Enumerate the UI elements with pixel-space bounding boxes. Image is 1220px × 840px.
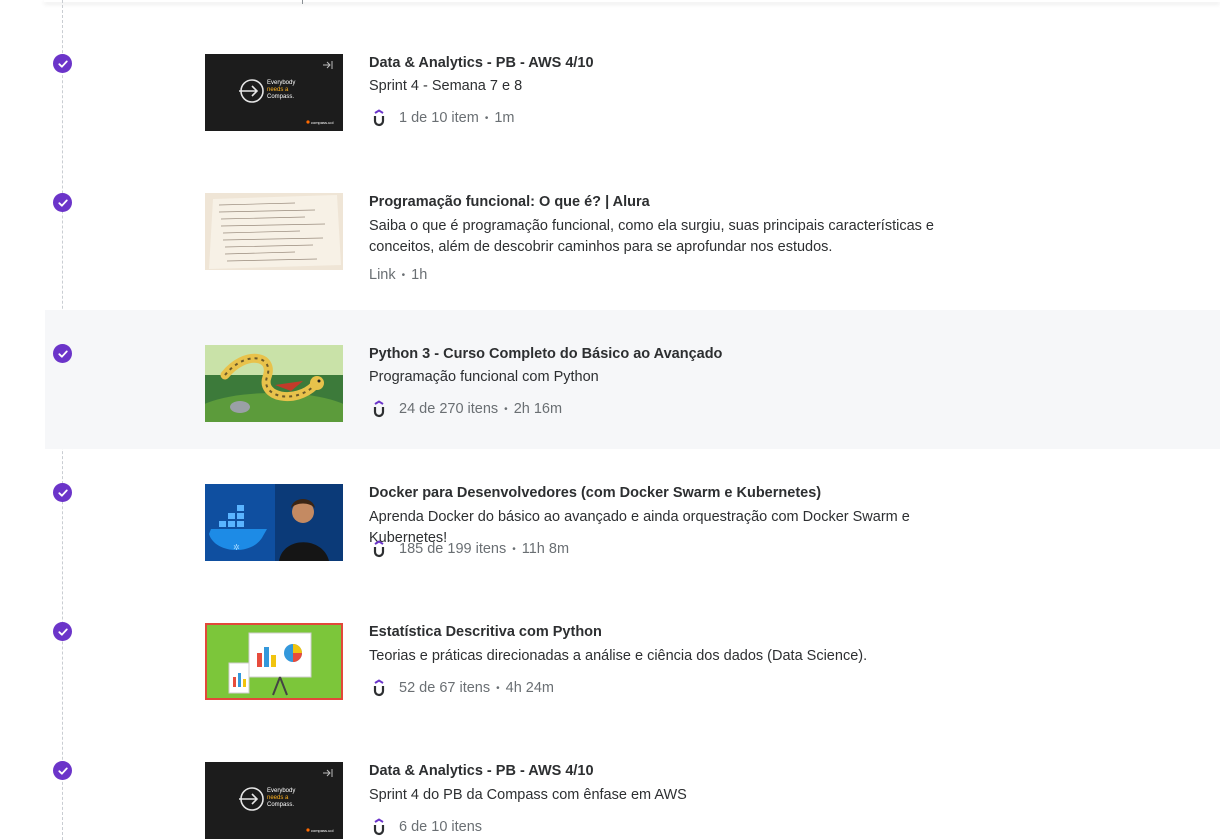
course-thumbnail[interactable]: Everybody needs a Compass. compass.uol (205, 54, 343, 131)
course-description: Teorias e práticas direcionadas a anális… (369, 648, 868, 664)
list-item[interactable]: Estatística Descritiva com Python Teoria… (45, 588, 1220, 727)
check-circle-icon (53, 344, 72, 363)
udemy-u-icon (373, 818, 385, 836)
course-thumbnail[interactable]: ✲ (205, 484, 343, 561)
svg-text:needs a: needs a (267, 795, 289, 801)
list-item[interactable]: Python 3 - Curso Completo do Básico ao A… (45, 310, 1220, 449)
course-progress: Link (369, 267, 396, 283)
course-meta: 185 de 199 itens • 11h 8m (369, 539, 569, 559)
udemy-u-icon (373, 400, 385, 418)
course-title[interactable]: Programação funcional: O que é? | Alura (369, 194, 650, 210)
course-description: Programação funcional com Python (369, 369, 599, 385)
course-duration: 2h 16m (513, 401, 563, 417)
check-circle-icon (53, 761, 72, 780)
svg-text:compass.uol: compass.uol (311, 120, 334, 125)
course-thumbnail[interactable] (205, 345, 343, 422)
course-description: Saiba o que é programação funcional, com… (369, 218, 934, 255)
course-duration: 4h 24m (505, 680, 554, 696)
course-description: Sprint 4 do PB da Compass com ênfase em … (369, 787, 687, 803)
course-progress: 24 de 270 itens (399, 401, 499, 417)
meta-separator: • (484, 112, 489, 124)
course-thumbnail[interactable] (205, 193, 343, 270)
course-title[interactable]: Estatística Descritiva com Python (369, 624, 602, 640)
meta-separator: • (496, 682, 500, 694)
course-duration: 1h (411, 267, 428, 283)
udemy-u-icon (373, 109, 385, 127)
meta-separator: • (512, 543, 516, 555)
course-meta: 6 de 10 itens (369, 817, 482, 837)
course-title[interactable]: Python 3 - Curso Completo do Básico ao A… (369, 346, 722, 362)
course-duration: 1m (494, 110, 515, 126)
check-circle-icon (53, 54, 72, 73)
course-meta: 52 de 67 itens • 4h 24m (369, 678, 554, 698)
course-title[interactable]: Docker para Desenvolvedores (com Docker … (369, 485, 821, 501)
meta-separator: • (504, 403, 508, 415)
meta-separator: • (401, 269, 406, 281)
list-item[interactable]: Everybody needs a Compass. compass.uol D… (45, 727, 1220, 840)
svg-text:compass.uol: compass.uol (311, 828, 334, 833)
check-circle-icon (53, 193, 72, 212)
check-circle-icon (53, 622, 72, 641)
course-title[interactable]: Data & Analytics - PB - AWS 4/10 (369, 55, 594, 71)
svg-text:Everybody: Everybody (267, 80, 295, 86)
svg-text:needs a: needs a (267, 87, 289, 93)
course-progress: 1 de 10 item (399, 110, 479, 126)
svg-text:Compass.: Compass. (267, 94, 294, 100)
course-progress: 185 de 199 itens (399, 541, 507, 557)
svg-text:✲: ✲ (233, 543, 240, 552)
course-progress: 6 de 10 itens (399, 819, 483, 835)
course-meta: 24 de 270 itens • 2h 16m (369, 399, 562, 419)
course-progress: 52 de 67 itens (399, 680, 491, 696)
course-description: Sprint 4 - Semana 7 e 8 (369, 78, 523, 94)
check-circle-icon (53, 483, 72, 502)
course-title[interactable]: Data & Analytics - PB - AWS 4/10 (369, 763, 594, 779)
course-meta: Link • 1h (369, 267, 427, 283)
list-item[interactable]: Everybody needs a Compass. compass.uol D… (45, 0, 1220, 139)
svg-text:Everybody: Everybody (267, 788, 295, 794)
udemy-u-icon (373, 679, 385, 697)
course-meta: 1 de 10 item • 1m (369, 108, 514, 128)
list-item[interactable]: Programação funcional: O que é? | Alura … (45, 139, 1220, 283)
course-thumbnail[interactable]: Everybody needs a Compass. compass.uol (205, 762, 343, 839)
course-thumbnail[interactable] (205, 623, 343, 700)
udemy-u-icon (373, 540, 385, 558)
svg-text:Compass.: Compass. (267, 802, 294, 808)
list-item[interactable]: ✲ Docker para Desenvolvedores (com Docke… (45, 449, 1220, 588)
course-duration: 11h 8m (521, 541, 570, 557)
